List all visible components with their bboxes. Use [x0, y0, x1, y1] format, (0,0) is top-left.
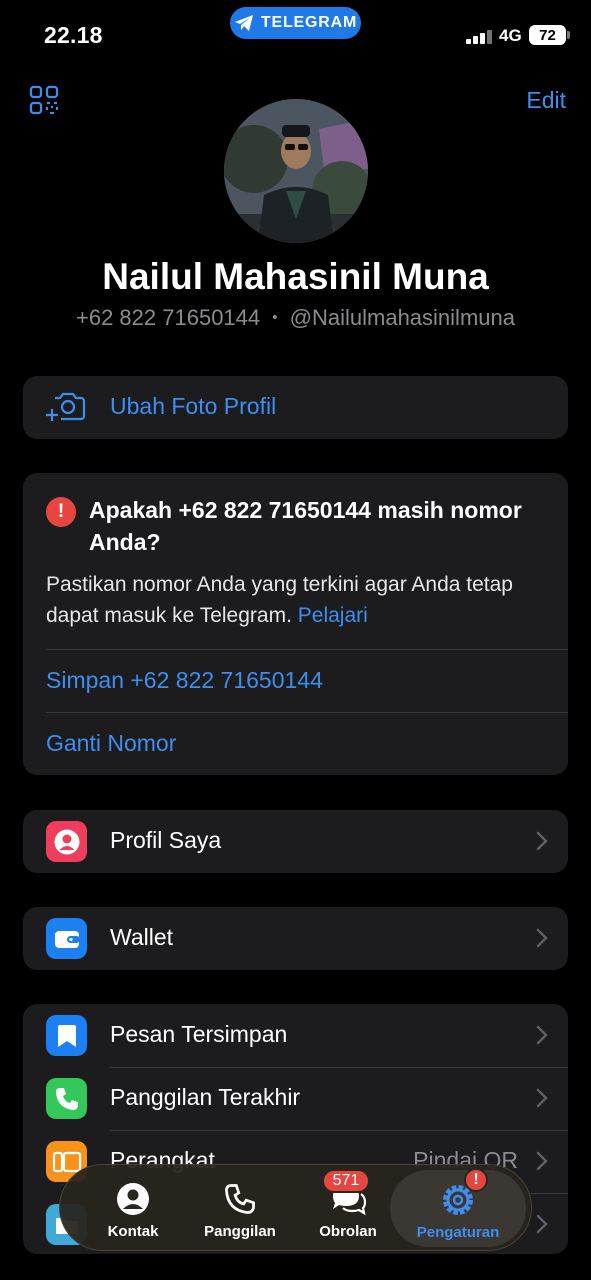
battery-icon: 72	[529, 25, 570, 45]
avatar[interactable]	[224, 99, 368, 243]
tab-contacts[interactable]: Kontak	[90, 1165, 176, 1252]
telegram-pill[interactable]: TELEGRAM	[230, 7, 361, 39]
change-photo-card[interactable]: Ubah Foto Profil	[23, 376, 568, 439]
profile-phone: +62 822 71650144	[76, 305, 261, 330]
divider	[46, 712, 568, 713]
telegram-plane-icon	[234, 15, 253, 31]
menu-item-wallet[interactable]: Wallet	[23, 907, 568, 970]
phone-icon	[46, 1078, 87, 1119]
phone-verify-title: Apakah +62 822 71650144 masih nomor Anda…	[89, 497, 522, 555]
chats-badge: 571	[322, 1169, 370, 1193]
menu-item-label: Panggilan Terakhir	[110, 1084, 301, 1110]
change-photo-label: Ubah Foto Profil	[110, 393, 277, 419]
menu-item-label: Pesan Tersimpan	[110, 1021, 288, 1047]
wallet-icon	[46, 918, 87, 959]
edit-button[interactable]: Edit	[526, 87, 566, 114]
tab-chats[interactable]: 571 Obrolan	[305, 1165, 391, 1252]
person-circle-icon	[113, 1179, 153, 1219]
menu-item-profile[interactable]: Profil Saya	[23, 810, 568, 873]
menu-item-recent-calls[interactable]: Panggilan Terakhir	[23, 1067, 568, 1130]
tab-label: Panggilan	[204, 1223, 276, 1240]
chevron-right-icon	[536, 1151, 548, 1171]
change-number-button[interactable]: Ganti Nomor	[46, 730, 176, 757]
menu-item-saved-messages[interactable]: Pesan Tersimpan	[23, 1004, 568, 1067]
tab-calls[interactable]: Panggilan	[195, 1165, 285, 1252]
chevron-right-icon	[536, 1214, 548, 1234]
tab-label: Kontak	[107, 1223, 159, 1240]
separator-dot: •	[272, 309, 278, 326]
divider	[46, 649, 568, 650]
profile-subline: +62 822 71650144 • @Nailulmahasinilmuna	[0, 305, 591, 331]
chat-bubbles-icon: 571	[322, 1169, 370, 1219]
phone-icon	[220, 1179, 260, 1219]
menu-item-label: Wallet	[110, 924, 174, 950]
status-bar: 22.18 TELEGRAM 4G 72	[0, 0, 591, 60]
chevron-right-icon	[536, 831, 548, 851]
phone-verify-card: ! Apakah +62 822 71650144 masih nomor An…	[23, 473, 568, 775]
tab-label: Obrolan	[319, 1223, 377, 1240]
keep-number-button[interactable]: Simpan +62 822 71650144	[46, 667, 323, 694]
profile-card: Profil Saya	[23, 810, 568, 873]
wallet-card: Wallet	[23, 907, 568, 970]
chevron-right-icon	[536, 1025, 548, 1045]
profile-name: Nailul Mahasinil Muna	[102, 256, 489, 297]
network-type: 4G	[499, 26, 522, 45]
tab-label: Pengaturan	[416, 1224, 500, 1241]
battery-level: 72	[539, 26, 556, 44]
camera-add-icon	[45, 386, 86, 427]
menu-item-label: Profil Saya	[110, 827, 222, 853]
qr-code-icon[interactable]	[29, 85, 59, 115]
chevron-right-icon	[536, 928, 548, 948]
status-time: 22.18	[44, 22, 103, 48]
telegram-pill-label: TELEGRAM	[260, 14, 358, 31]
alert-icon: !	[46, 497, 76, 527]
change-photo-row[interactable]: Ubah Foto Profil	[23, 376, 568, 439]
person-icon	[46, 821, 87, 862]
tab-bar: Kontak Panggilan 571 Obrolan ! Pengatura…	[59, 1164, 532, 1251]
signal-icon	[466, 30, 492, 44]
bookmark-icon	[46, 1015, 87, 1056]
settings-badge: !	[464, 1168, 488, 1192]
gear-icon: !	[438, 1168, 488, 1220]
tab-settings[interactable]: ! Pengaturan	[390, 1168, 526, 1247]
phone-verify-body: Pastikan nomor Anda yang terkini agar An…	[46, 569, 546, 631]
learn-more-link[interactable]: Pelajari	[298, 604, 368, 627]
profile-username: @Nailulmahasinilmuna	[289, 305, 515, 330]
phone-verify-text: Pastikan nomor Anda yang terkini agar An…	[46, 573, 513, 627]
chevron-right-icon	[536, 1088, 548, 1108]
